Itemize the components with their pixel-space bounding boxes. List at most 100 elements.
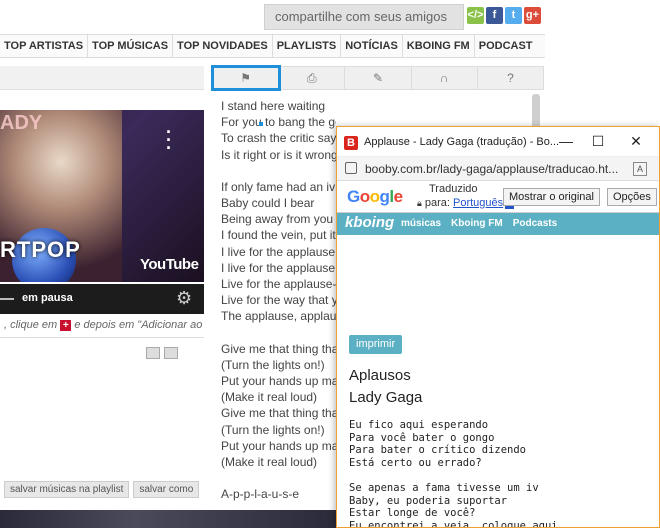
stanza-gap	[221, 325, 336, 341]
lyric-line: For you to bang the gong	[221, 115, 336, 130]
hint-text-after: e depois em "Adicionar ao	[74, 319, 203, 331]
lyric-line: Estar longe de você?	[349, 507, 476, 520]
lyric-line: Give me that thing tha	[221, 406, 336, 421]
lyric-line: Live for the way that y	[221, 293, 336, 308]
lyric-line: A-p-p-l-a-u-s-e	[221, 487, 300, 502]
progress-line[interactable]	[0, 298, 14, 300]
folder-icon[interactable]	[146, 347, 160, 359]
stanza-gap	[221, 470, 336, 486]
lyric-line: (Make it real loud)	[221, 455, 318, 470]
stanza-gap	[221, 163, 336, 179]
help-button[interactable]: ?	[478, 67, 543, 89]
translated-to-label: 🔒︎ para: Português▼	[417, 197, 515, 209]
popup-titlebar[interactable]: B Applause - Lady Gaga (tradução) - Bo..…	[337, 127, 659, 157]
translated-lyrics: Eu fico aqui esperando Para você bater o …	[349, 419, 558, 528]
kboing-nav-podcasts[interactable]: Podcasts	[513, 218, 557, 229]
album-lady-text: ADY	[0, 112, 43, 134]
lock-icon	[345, 162, 357, 174]
site-favicon-icon: B	[344, 136, 358, 150]
lyric-line: Eu encontrei a veia, coloque aqui	[349, 519, 558, 528]
translation-popup-window: B Applause - Lady Gaga (tradução) - Bo..…	[336, 126, 660, 528]
lyric-line: Baby could I bear	[221, 196, 315, 211]
googleplus-icon[interactable]: g+	[524, 7, 541, 24]
hint-text-before: , clique em	[4, 319, 58, 331]
options-button[interactable]: Opções	[607, 188, 657, 206]
text-cursor	[259, 122, 263, 126]
embed-icon[interactable]: </>	[467, 7, 484, 24]
video-player[interactable]: ADY RTPOP · · · YouTube	[0, 110, 204, 282]
lyric-line: Put your hands up ma	[221, 438, 336, 453]
screen: compartilhe com seus amigos </> f t g+ T…	[0, 0, 660, 528]
more-options-icon[interactable]: · · ·	[166, 123, 172, 157]
nav-top-artistas[interactable]: TOP ARTISTAS	[0, 35, 89, 57]
nav-kboing-fm[interactable]: KBOING FM	[403, 35, 475, 57]
document-icon[interactable]	[164, 347, 178, 359]
print-button[interactable]: ⎙	[279, 67, 346, 89]
translate-page-icon[interactable]: A	[633, 162, 647, 176]
headphones-icon: ∩	[439, 71, 449, 85]
kboing-nav-musicas[interactable]: músicas	[401, 218, 441, 229]
stanza-gap	[349, 469, 558, 482]
lyric-line: If only fame had an iv	[221, 179, 336, 194]
lyric-line: Give me that thing tha	[221, 341, 336, 356]
google-translate-bar: Google Traduzido 🔒︎ para: Português▼ Mos…	[337, 181, 659, 213]
nav-top-novidades[interactable]: TOP NOVIDADES	[173, 35, 273, 57]
panel-icons	[146, 347, 178, 359]
lyric-line: (Turn the lights on!)	[221, 422, 325, 437]
translated-label: Traduzido	[429, 183, 478, 195]
nav-podcast[interactable]: PODCAST	[475, 35, 537, 57]
lyric-line: The applause, applau	[221, 309, 336, 324]
language-select[interactable]: Português	[453, 197, 503, 209]
lyrics-toolbar: ⚑ ⎙ ✎ ∩ ?	[210, 65, 544, 91]
lyric-line: Being away from you	[221, 212, 334, 227]
add-plus-icon: +	[60, 320, 72, 331]
lyric-line: Para bater o crítico dizendo	[349, 444, 527, 457]
kboing-logo[interactable]: kboing	[345, 214, 394, 231]
lyric-line: (Turn the lights on!)	[221, 357, 325, 372]
save-as-button[interactable]: salvar como	[133, 481, 200, 498]
close-button[interactable]: ✕	[627, 133, 645, 150]
album-title-text: RTPOP	[0, 237, 81, 262]
lyric-line: I stand here waiting	[221, 99, 326, 113]
youtube-logo[interactable]: YouTube	[140, 256, 199, 273]
lyric-line: Se apenas a fama tivesse um iv	[349, 481, 539, 494]
lyric-line: (Make it real loud)	[221, 390, 318, 405]
print-icon: ⎙	[307, 70, 317, 85]
lyric-line: I live for the applause	[221, 260, 336, 275]
translate-button[interactable]: ⚑	[210, 65, 282, 91]
popup-address-bar[interactable]: booby.com.br/lady-gaga/applause/traducao…	[337, 157, 659, 181]
maximize-button[interactable]: ☐	[589, 133, 607, 150]
listen-button[interactable]: ∩	[412, 67, 478, 89]
share-icons: </> f t g+	[467, 7, 541, 24]
playlist-buttons: salvar músicas na playlist salvar como	[4, 481, 200, 498]
google-logo: Google	[347, 187, 403, 206]
popup-url[interactable]: booby.com.br/lady-gaga/applause/traducao…	[365, 162, 618, 176]
facebook-icon[interactable]: f	[486, 7, 503, 24]
share-bar: compartilhe com seus amigos	[264, 4, 464, 30]
lyric-line: Live for the applause-	[221, 277, 336, 292]
kboing-nav-kboing-fm[interactable]: Kboing FM	[451, 218, 503, 229]
gear-icon[interactable]: ⚙	[176, 288, 192, 309]
lyric-line: Put your hands up ma	[221, 374, 336, 389]
save-to-playlist-button[interactable]: salvar músicas na playlist	[4, 481, 130, 498]
left-panel-header	[0, 66, 204, 90]
lyrics-text: I stand here waiting For you to bang the …	[221, 98, 336, 502]
lyric-line: Baby, eu poderia suportar	[349, 494, 508, 507]
lyric-line: Is it right or is it wrong	[221, 147, 336, 162]
kboing-nav: kboing músicas Kboing FM Podcasts	[337, 213, 659, 235]
lyric-line: I live for the applause	[221, 244, 336, 259]
main-nav: TOP ARTISTAS TOP MÚSICAS TOP NOVIDADES P…	[0, 34, 545, 58]
popup-window-title: Applause - Lady Gaga (tradução) - Bo...	[364, 136, 560, 148]
lyric-line: Para você bater o gongo	[349, 431, 495, 444]
print-button[interactable]: imprimir	[349, 335, 403, 354]
twitter-icon[interactable]: t	[505, 7, 522, 24]
show-original-button[interactable]: Mostrar o original	[503, 188, 600, 206]
minimize-button[interactable]: —	[557, 133, 575, 149]
footer-band	[0, 510, 336, 528]
lock-small-icon: 🔒︎	[417, 198, 422, 208]
nav-noticias[interactable]: NOTÍCIAS	[341, 35, 403, 57]
nav-top-musicas[interactable]: TOP MÚSICAS	[88, 35, 174, 57]
player-status: em pausa	[22, 292, 73, 304]
edit-button[interactable]: ✎	[345, 67, 412, 89]
nav-playlists[interactable]: PLAYLISTS	[273, 35, 342, 57]
